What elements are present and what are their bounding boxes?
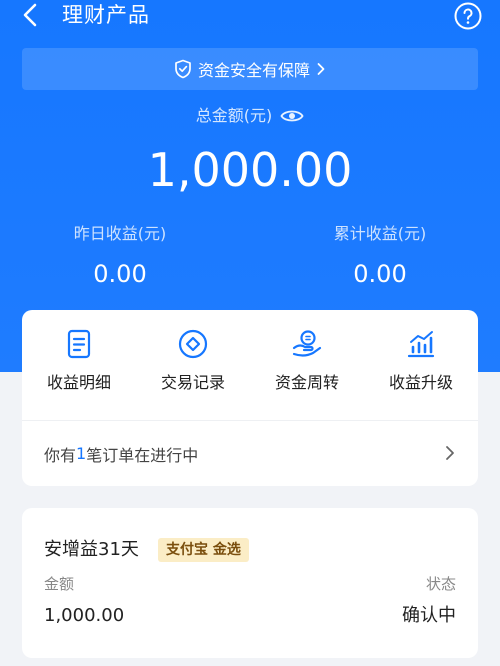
product-badge: 支付宝 金选 — [158, 538, 249, 562]
chevron-left-icon[interactable] — [20, 2, 42, 28]
action-label: 资金周转 — [274, 373, 339, 392]
amount-value: 1,000.00 — [44, 605, 125, 626]
total-amount-value: 1,000.00 — [147, 143, 353, 197]
pending-orders-row[interactable]: 你有 1 笔订单在进行中 — [22, 421, 478, 486]
action-grid: 收益明细 交易记录 资金周转 收益升级 — [22, 310, 478, 418]
action-label: 收益升级 — [388, 373, 453, 392]
yesterday-earnings-label: 昨日收益(元) — [73, 224, 167, 243]
action-label: 收益明细 — [46, 373, 111, 392]
question-circle-icon[interactable] — [454, 2, 482, 30]
yesterday-earnings-value: 0.00 — [93, 260, 147, 288]
hand-coin-icon — [292, 330, 322, 357]
banner-text: 资金安全有保障 — [197, 61, 310, 80]
action-earnings-detail[interactable]: 收益明细 — [22, 328, 136, 394]
diamond-circle-icon — [178, 329, 208, 359]
pending-prefix: 你有 — [44, 445, 77, 465]
action-transaction-records[interactable]: 交易记录 — [136, 328, 250, 394]
actions-card: 收益明细 交易记录 资金周转 收益升级 你有 1 笔订单在进行中 — [22, 310, 478, 486]
bar-chart-icon — [407, 331, 435, 358]
amount-label: 金额 — [44, 575, 75, 593]
cumulative-earnings-value: 0.00 — [353, 260, 407, 288]
shield-check-icon — [175, 59, 191, 79]
chevron-right-icon — [446, 446, 454, 460]
cumulative-earnings-label: 累计收益(元) — [333, 224, 427, 243]
pending-count: 1 — [76, 444, 87, 463]
total-amount-label: 总金额(元) — [0, 105, 500, 127]
yesterday-earnings: 昨日收益(元) 0.00 — [20, 222, 220, 290]
top-bar: 理财产品 — [0, 0, 500, 34]
chevron-right-icon — [317, 63, 325, 75]
action-fund-turnover[interactable]: 资金周转 — [250, 328, 364, 394]
product-name: 安增益31天 — [44, 539, 139, 560]
eye-icon[interactable] — [280, 108, 304, 124]
status-value: 确认中 — [402, 605, 456, 626]
page-title: 理财产品 — [62, 3, 150, 27]
pending-suffix: 笔订单在进行中 — [86, 445, 199, 465]
action-label: 交易记录 — [160, 373, 225, 392]
total-label-text: 总金额(元) — [195, 106, 273, 125]
safety-banner[interactable]: 资金安全有保障 — [22, 48, 478, 90]
product-card[interactable]: 安增益31天 支付宝 金选 金额 状态 1,000.00 确认中 — [22, 508, 478, 658]
action-earnings-upgrade[interactable]: 收益升级 — [364, 328, 478, 394]
status-label: 状态 — [425, 575, 456, 593]
document-list-icon — [67, 329, 91, 359]
cumulative-earnings: 累计收益(元) 0.00 — [280, 222, 480, 290]
